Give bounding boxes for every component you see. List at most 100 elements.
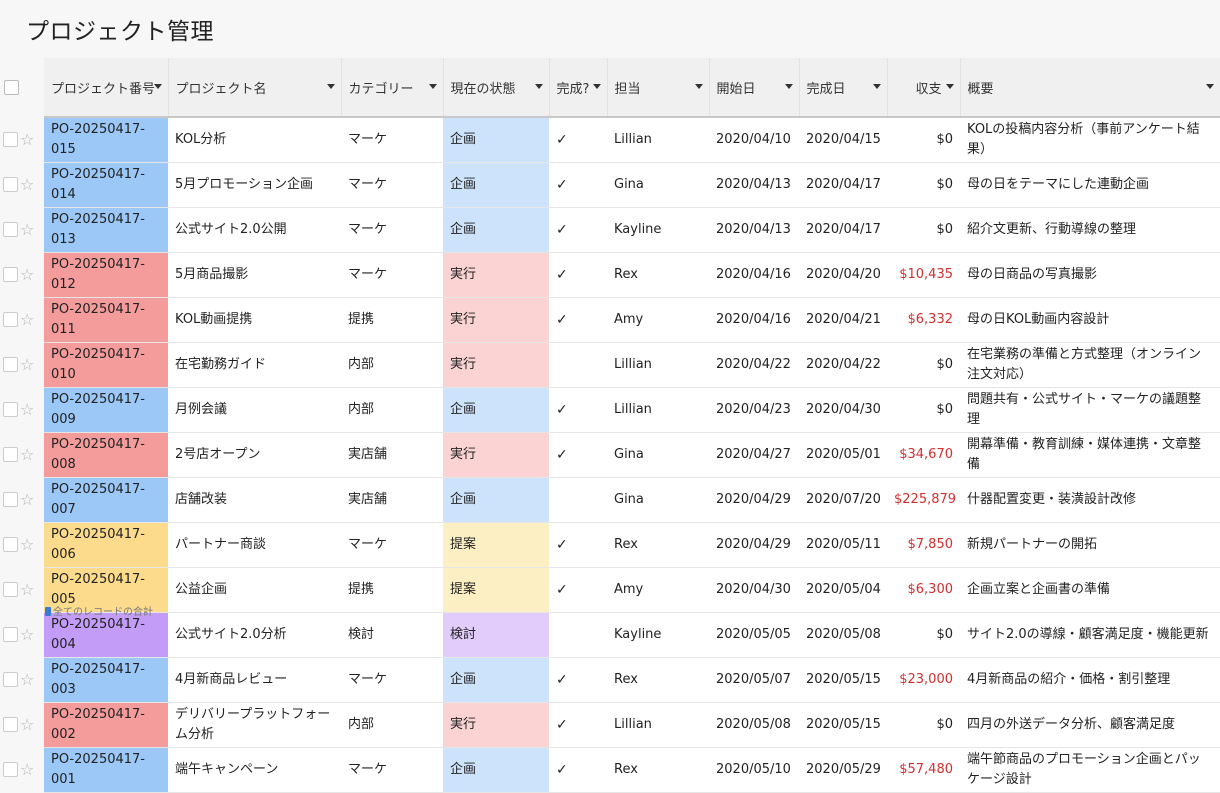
table-row[interactable]: ☆ PO-20250417-006 パートナー商談 マーケ 提案 ✓ Rex 2020/04/… xyxy=(0,522,1220,568)
cell-name: 公式サイト2.0分析 xyxy=(168,612,341,658)
column-header-amount[interactable]: 収支 xyxy=(887,58,961,118)
star-icon[interactable]: ☆ xyxy=(20,715,34,735)
checkbox-icon[interactable] xyxy=(3,717,18,733)
cell-amount: $0 xyxy=(887,342,960,388)
cell-status: 実行 xyxy=(443,297,549,343)
cell-start: 2020/04/13 xyxy=(709,207,799,253)
cell-name: 在宅勤務ガイド xyxy=(168,342,341,388)
row-select-cell: ☆ xyxy=(0,387,44,433)
checkbox-icon[interactable] xyxy=(3,582,18,598)
checkbox-icon[interactable] xyxy=(3,357,18,373)
table-row[interactable]: ☆ PO-20250417-009 月例会議 内部 企画 ✓ Lillian 2020/04/… xyxy=(0,387,1220,433)
cell-done: ✓ xyxy=(549,567,607,613)
cell-summary: 企画立案と企画書の準備 xyxy=(960,567,1220,613)
checkbox-icon[interactable] xyxy=(3,537,18,553)
cell-number: PO-20250417-011 xyxy=(44,297,168,343)
table-row[interactable]: ☆ PO-20250417-011 KOL動画提携 提携 実行 ✓ Amy 2020/04/1… xyxy=(0,297,1220,343)
cell-done: ✓ xyxy=(549,657,607,703)
star-icon[interactable]: ☆ xyxy=(20,670,34,690)
caret-down-icon[interactable] xyxy=(428,84,437,89)
cell-done: ✓ xyxy=(549,702,607,748)
column-header-end[interactable]: 完成日 xyxy=(799,58,888,118)
checkbox-icon[interactable] xyxy=(3,762,18,778)
select-all-checkbox-icon[interactable] xyxy=(4,80,19,95)
cell-category: マーケ xyxy=(341,207,443,253)
star-icon[interactable]: ☆ xyxy=(20,220,34,240)
cell-done: ✓ xyxy=(549,387,607,433)
caret-down-icon[interactable] xyxy=(592,84,601,89)
cell-end: 2020/04/30 xyxy=(799,387,887,433)
cell-end: 2020/04/20 xyxy=(799,252,887,298)
checkbox-icon[interactable] xyxy=(3,312,18,328)
star-icon[interactable]: ☆ xyxy=(20,265,34,285)
caret-down-icon[interactable] xyxy=(326,84,335,89)
star-icon[interactable]: ☆ xyxy=(20,310,34,330)
cell-summary: 四月の外送データ分析、顧客満足度 xyxy=(960,702,1220,748)
star-icon[interactable]: ☆ xyxy=(20,490,34,510)
cell-summary: KOLの投稿内容分析（事前アンケート結果） xyxy=(960,117,1220,163)
column-header-status[interactable]: 現在の状態 xyxy=(443,58,550,118)
cell-done: ✓ xyxy=(549,117,607,163)
column-header-done[interactable]: 完成? xyxy=(549,58,608,118)
table-row[interactable]: ☆ PO-20250417-012 5月商品撮影 マーケ 実行 ✓ Rex 2020/04/1… xyxy=(0,252,1220,298)
column-header-number[interactable]: プロジェクト番号 xyxy=(44,58,169,118)
checkbox-icon[interactable] xyxy=(3,447,18,463)
star-icon[interactable]: ☆ xyxy=(20,445,34,465)
caret-down-icon[interactable] xyxy=(872,84,881,89)
checkbox-icon[interactable] xyxy=(3,492,18,508)
table-row[interactable]: ☆ PO-20250417-005 公益企画 提携 提案 ✓ Amy 2020/04/30 20… xyxy=(0,567,1220,613)
column-header-category[interactable]: カテゴリー xyxy=(341,58,444,118)
caret-down-icon[interactable] xyxy=(1205,84,1214,89)
table-row[interactable]: ☆ PO-20250417-008 2号店オープン 実店舗 実行 ✓ Gina 2020/04… xyxy=(0,432,1220,478)
checkbox-icon[interactable] xyxy=(3,402,18,418)
caret-down-icon[interactable] xyxy=(945,84,954,89)
star-icon[interactable]: ☆ xyxy=(20,580,34,600)
table-row[interactable]: ☆ PO-20250417-013 公式サイト2.0公開 マーケ 企画 ✓ Kayline 2… xyxy=(0,207,1220,253)
cell-done: ✓ xyxy=(549,522,607,568)
cell-number: PO-20250417-003 xyxy=(44,657,168,703)
column-header-summary[interactable]: 概要 xyxy=(960,58,1220,118)
cell-start: 2020/04/29 xyxy=(709,522,799,568)
column-header-name[interactable]: プロジェクト名 xyxy=(168,58,342,118)
caret-down-icon[interactable] xyxy=(784,84,793,89)
star-icon[interactable]: ☆ xyxy=(20,535,34,555)
checkbox-icon[interactable] xyxy=(3,627,18,643)
cell-end: 2020/05/08 xyxy=(799,612,887,658)
table-row[interactable]: ☆ PO-20250417-004 公式サイト2.0分析 検討 検討 Kayline 202… xyxy=(0,612,1220,658)
caret-down-icon[interactable] xyxy=(694,84,703,89)
totals-footer[interactable]: 全てのレコードの合計 xyxy=(45,603,153,618)
checkbox-icon[interactable] xyxy=(3,672,18,688)
caret-down-icon[interactable] xyxy=(534,84,543,89)
cell-status: 企画 xyxy=(443,387,549,433)
cell-start: 2020/05/08 xyxy=(709,702,799,748)
table-row[interactable]: ☆ PO-20250417-010 在宅勤務ガイド 内部 実行 Lillian 2020/0… xyxy=(0,342,1220,388)
checkbox-icon[interactable] xyxy=(3,177,18,193)
cell-summary: 母の日商品の写真撮影 xyxy=(960,252,1220,298)
cell-summary: 新規パートナーの開拓 xyxy=(960,522,1220,568)
caret-down-icon[interactable] xyxy=(153,84,162,89)
cell-name: 公益企画 xyxy=(168,567,341,613)
star-icon[interactable]: ☆ xyxy=(20,175,34,195)
cell-end: 2020/04/15 xyxy=(799,117,887,163)
table-row[interactable]: ☆ PO-20250417-003 4月新商品レビュー マーケ 企画 ✓ Rex 2020/0… xyxy=(0,657,1220,703)
cell-start: 2020/04/30 xyxy=(709,567,799,613)
table-row[interactable]: ☆ PO-20250417-002 デリバリープラットフォーム分析 内部 実行 ✓ Lill… xyxy=(0,702,1220,748)
star-icon[interactable]: ☆ xyxy=(20,130,34,150)
table-row[interactable]: ☆ PO-20250417-015 KOL分析 マーケ 企画 ✓ Lillian 2020/0… xyxy=(0,117,1220,163)
cell-end: 2020/04/17 xyxy=(799,207,887,253)
star-icon[interactable]: ☆ xyxy=(20,760,34,780)
table-row[interactable]: ☆ PO-20250417-007 店舗改装 実店舗 企画 Gina 2020/04/29 2… xyxy=(0,477,1220,523)
column-header-start[interactable]: 開始日 xyxy=(709,58,800,118)
cell-end: 2020/05/15 xyxy=(799,702,887,748)
star-icon[interactable]: ☆ xyxy=(20,625,34,645)
checkbox-icon[interactable] xyxy=(3,222,18,238)
table-row[interactable]: ☆ PO-20250417-001 端午キャンペーン マーケ 企画 ✓ Rex 2020/05… xyxy=(0,747,1220,793)
star-icon[interactable]: ☆ xyxy=(20,400,34,420)
column-header-owner[interactable]: 担当 xyxy=(607,58,710,118)
checkbox-icon[interactable] xyxy=(3,132,18,147)
cell-start: 2020/05/07 xyxy=(709,657,799,703)
checkbox-icon[interactable] xyxy=(3,267,18,283)
star-icon[interactable]: ☆ xyxy=(20,355,34,375)
cell-status: 実行 xyxy=(443,252,549,298)
table-row[interactable]: ☆ PO-20250417-014 5月プロモーション企画 マーケ 企画 ✓ Gina 202… xyxy=(0,162,1220,208)
